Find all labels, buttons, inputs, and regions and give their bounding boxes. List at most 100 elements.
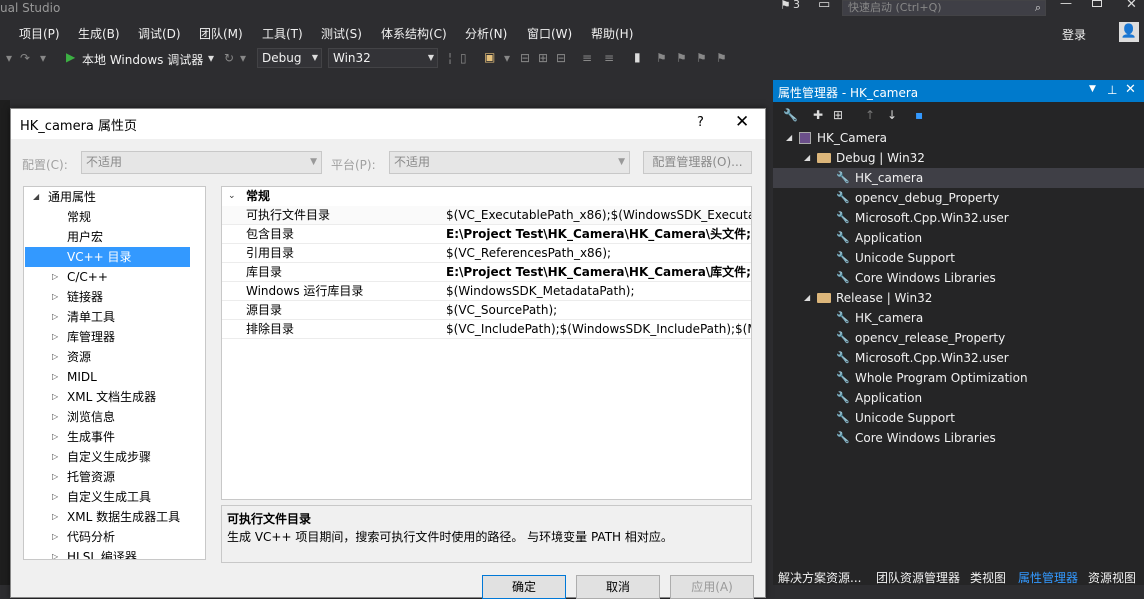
tree-item-xml-data-generator[interactable]: ▷ XML 数据生成器工具 xyxy=(24,507,190,527)
pm-item-debug-config[interactable]: ◢ Debug | Win32 xyxy=(773,148,1144,168)
cancel-button[interactable]: 取消 xyxy=(576,575,660,599)
tree-item-midl[interactable]: ▷ MIDL xyxy=(24,367,190,387)
run-label[interactable]: 本地 Windows 调试器 xyxy=(82,51,203,68)
move-down-icon[interactable]: ↓ xyxy=(887,108,897,122)
ok-button[interactable]: 确定 xyxy=(482,575,566,599)
pm-item-sheet[interactable]: 🔧 HK_camera xyxy=(773,168,1144,188)
grid-row-winrt-dirs[interactable]: Windows 运行库目录 $(WindowsSDK_MetadataPath)… xyxy=(222,282,751,301)
tree-item-common-properties[interactable]: ◢ 通用属性 xyxy=(24,187,190,207)
pm-item-sheet[interactable]: 🔧 Application xyxy=(773,388,1144,408)
move-up-icon[interactable]: ↑ xyxy=(865,108,875,122)
pm-item-sheet[interactable]: 🔧 Whole Program Optimization xyxy=(773,368,1144,388)
property-value[interactable]: $(VC_ReferencesPath_x86); xyxy=(446,244,611,262)
save-icon[interactable]: ▪ xyxy=(915,108,923,122)
menu-window[interactable]: 窗口(W) xyxy=(527,25,572,42)
tab-resource-view[interactable]: 资源视图 xyxy=(1088,569,1136,586)
feedback-icon[interactable]: ▭ xyxy=(818,0,830,12)
tree-item-custom-build-tool[interactable]: ▷ 自定义生成工具 xyxy=(24,487,190,507)
start-debug-icon[interactable]: ▶ xyxy=(66,50,75,64)
dialog-platform-select[interactable]: 不适用 ▼ xyxy=(389,151,630,174)
grid-row-executable-dirs[interactable]: 可执行文件目录 $(VC_ExecutablePath_x86);$(Windo… xyxy=(222,206,751,225)
minimize-icon[interactable]: — xyxy=(1060,0,1072,10)
grid-row-exclude-dirs[interactable]: 排除目录 $(VC_IncludePath);$(WindowsSDK_Incl… xyxy=(222,320,751,339)
tree-scrollbar[interactable]: ▲ ▼ xyxy=(205,188,206,560)
comment-icon[interactable]: ≡ xyxy=(582,51,592,65)
pm-item-sheet[interactable]: 🔧 Microsoft.Cpp.Win32.user xyxy=(773,348,1144,368)
tab-property-manager[interactable]: 属性管理器 xyxy=(1018,569,1078,586)
tree-item-browse-info[interactable]: ▷ 浏览信息 xyxy=(24,407,190,427)
panel-dropdown-icon[interactable]: ▼ xyxy=(1089,84,1096,94)
tree-item-custom-build-step[interactable]: ▷ 自定义生成步骤 xyxy=(24,447,190,467)
menu-help[interactable]: 帮助(H) xyxy=(591,25,633,42)
align-icon[interactable]: ⊟ xyxy=(520,51,530,65)
refresh-dropdown-icon[interactable]: ▾ xyxy=(240,51,246,65)
property-value[interactable]: E:\Project Test\HK_Camera\HK_Camera\库文件;… xyxy=(446,263,751,281)
tree-item-linker[interactable]: ▷ 链接器 xyxy=(24,287,190,307)
tree-item-librarian[interactable]: ▷ 库管理器 xyxy=(24,327,190,347)
pm-item-sheet[interactable]: 🔧 Unicode Support xyxy=(773,408,1144,428)
quick-launch-input[interactable]: 快速启动 (Ctrl+Q) ⌕ xyxy=(842,0,1046,16)
pin-icon[interactable]: ⊥ xyxy=(1107,83,1117,97)
pm-item-project[interactable]: ◢ HK_Camera xyxy=(773,128,1144,148)
grid-row-include-dirs[interactable]: 包含目录 E:\Project Test\HK_Camera\HK_Camera… xyxy=(222,225,751,244)
redo-icon[interactable]: ↷ xyxy=(20,51,30,65)
undo-dropdown-icon[interactable]: ▾ xyxy=(6,51,12,65)
property-value[interactable]: $(VC_SourcePath); xyxy=(446,301,557,319)
tab-solution-explorer[interactable]: 解决方案资源... xyxy=(778,569,861,586)
properties-wrench-icon[interactable]: 🔧 xyxy=(783,108,798,122)
grid-row-source-dirs[interactable]: 源目录 $(VC_SourcePath); xyxy=(222,301,751,320)
maximize-icon[interactable] xyxy=(1092,0,1102,7)
tree-item-resources[interactable]: ▷ 资源 xyxy=(24,347,190,367)
align-right-icon[interactable]: ⊟ xyxy=(556,51,566,65)
tree-item-hlsl-compiler[interactable]: ▷ HLSL 编译器 xyxy=(24,547,190,559)
tree-item-build-events[interactable]: ▷ 生成事件 xyxy=(24,427,190,447)
tree-item-vc-directories[interactable]: VC++ 目录 xyxy=(25,247,190,267)
flag-icon[interactable]: ⚑ xyxy=(780,0,791,12)
pm-item-sheet[interactable]: 🔧 Core Windows Libraries xyxy=(773,428,1144,448)
run-dropdown-icon[interactable]: ▾ xyxy=(208,51,214,65)
pm-item-sheet[interactable]: 🔧 HK_camera xyxy=(773,308,1144,328)
uncomment-icon[interactable]: ≡ xyxy=(604,51,614,65)
property-value[interactable]: $(VC_IncludePath);$(WindowsSDK_IncludePa… xyxy=(446,320,751,338)
add-existing-sheet-icon[interactable]: ⊞ xyxy=(833,108,843,122)
pm-item-sheet[interactable]: 🔧 opencv_debug_Property xyxy=(773,188,1144,208)
tree-item-general[interactable]: 常规 xyxy=(24,207,190,227)
platform-select[interactable]: Win32 ▼ xyxy=(328,48,438,68)
pm-item-sheet[interactable]: 🔧 Microsoft.Cpp.Win32.user xyxy=(773,208,1144,228)
menu-tools[interactable]: 工具(T) xyxy=(262,25,303,42)
property-value[interactable]: $(WindowsSDK_MetadataPath); xyxy=(446,282,635,300)
redo-dropdown-icon[interactable]: ▾ xyxy=(40,51,46,65)
menu-team[interactable]: 团队(M) xyxy=(199,25,243,42)
refresh-icon[interactable]: ↻ xyxy=(224,51,234,65)
tree-item-code-analysis[interactable]: ▷ 代码分析 xyxy=(24,527,190,547)
tree-item-xml-doc-generator[interactable]: ▷ XML 文档生成器 xyxy=(24,387,190,407)
panel-close-icon[interactable]: ✕ xyxy=(1125,82,1136,97)
add-new-sheet-icon[interactable]: ✚ xyxy=(813,108,823,122)
menu-architecture[interactable]: 体系结构(C) xyxy=(381,25,447,42)
pm-item-release-config[interactable]: ◢ Release | Win32 xyxy=(773,288,1144,308)
pm-item-sheet[interactable]: 🔧 Application xyxy=(773,228,1144,248)
tree-item-user-macros[interactable]: 用户宏 xyxy=(24,227,190,247)
pm-item-sheet[interactable]: 🔧 Unicode Support xyxy=(773,248,1144,268)
menu-debug[interactable]: 调试(D) xyxy=(138,25,181,42)
grid-row-library-dirs[interactable]: 库目录 E:\Project Test\HK_Camera\HK_Camera\… xyxy=(222,263,751,282)
menu-build[interactable]: 生成(B) xyxy=(78,25,120,42)
account-icon[interactable]: 👤 xyxy=(1119,22,1139,42)
bookmark-icon[interactable]: ▮ xyxy=(634,50,641,64)
config-manager-button[interactable]: 配置管理器(O)... xyxy=(643,151,752,174)
tree-item-cpp[interactable]: ▷ C/C++ xyxy=(24,267,190,287)
dialog-config-select[interactable]: 不适用 ▼ xyxy=(81,151,322,174)
bookmark-folder-icon[interactable]: ⚑ xyxy=(696,51,707,65)
menu-project[interactable]: 项目(P) xyxy=(19,25,60,42)
pm-item-sheet[interactable]: 🔧 opencv_release_Property xyxy=(773,328,1144,348)
grid-section-header[interactable]: ⌄ 常规 xyxy=(222,187,751,206)
menu-test[interactable]: 测试(S) xyxy=(321,25,362,42)
align-center-icon[interactable]: ⊞ xyxy=(538,51,548,65)
find-in-files-icon[interactable]: ▣ xyxy=(484,50,495,64)
tab-class-view[interactable]: 类视图 xyxy=(970,569,1006,586)
help-button[interactable]: ? xyxy=(697,115,704,130)
close-window-icon[interactable]: ✕ xyxy=(1126,0,1137,12)
file-icon[interactable]: ▯ xyxy=(460,51,467,65)
close-button[interactable]: ✕ xyxy=(735,112,749,132)
property-value[interactable]: E:\Project Test\HK_Camera\HK_Camera\头文件;… xyxy=(446,225,751,243)
